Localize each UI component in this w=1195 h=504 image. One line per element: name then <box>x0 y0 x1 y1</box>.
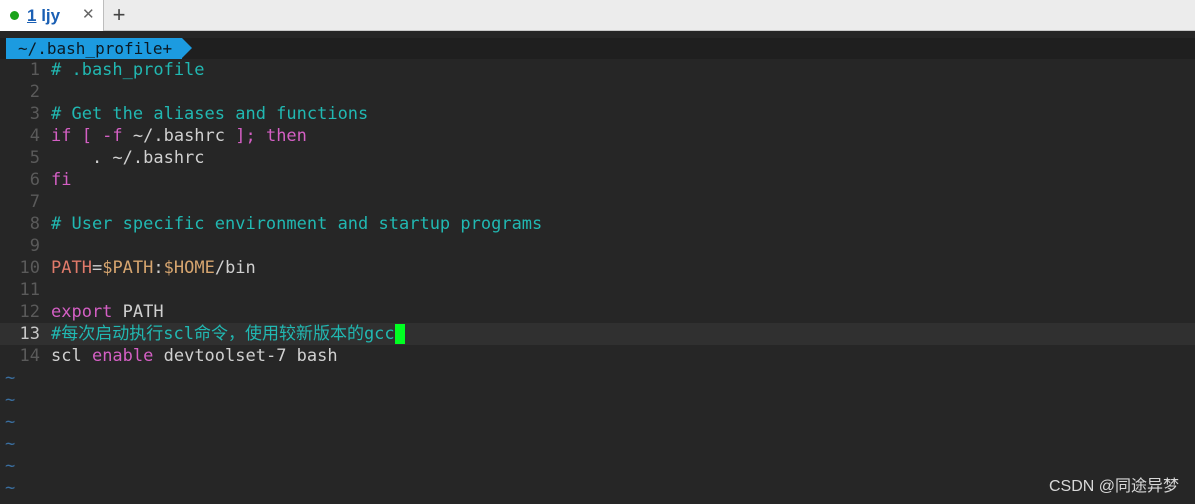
buffer-line[interactable]: 3 # Get the aliases and functions <box>0 103 1195 125</box>
line-text: # User specific environment and startup … <box>51 213 542 235</box>
code-token: = <box>91 258 103 278</box>
vim-editor[interactable]: ~/.bash_profile+ 1 # .bash_profile 2 3 # Get… <box>0 31 1195 504</box>
line-text: fi <box>51 169 71 191</box>
line-text: if [ -f ~/.bashrc ]; then <box>51 125 307 147</box>
buffer-line[interactable]: 13 #每次启动执行scl命令，使用较新版本的gcc <box>0 323 1195 345</box>
code-token: ~/.bashrc <box>132 126 226 146</box>
line-text: export PATH <box>51 301 164 323</box>
line-number: 10 <box>19 258 40 278</box>
line-number: 7 <box>29 192 40 212</box>
buffer-line[interactable]: 9 <box>0 235 1195 257</box>
buffer-line[interactable]: 10 PATH=$PATH:$HOME/bin <box>0 257 1195 279</box>
code-token: scl <box>51 346 92 366</box>
code-token: # User specific environment and startup … <box>51 214 543 234</box>
tab-bar: 1 ljy ✕ + <box>0 0 1195 31</box>
connected-status-icon <box>10 11 19 20</box>
line-number: 9 <box>29 236 40 256</box>
close-tab-icon[interactable]: ✕ <box>82 5 95 23</box>
code-token: . ~/.bashrc <box>51 148 205 168</box>
empty-line-marker: ~ <box>5 456 16 476</box>
buffer-line[interactable]: 11 <box>0 279 1195 301</box>
empty-line-marker: ~ <box>5 412 16 432</box>
session-tab[interactable]: 1 ljy ✕ <box>0 0 104 31</box>
line-text: #每次启动执行scl命令，使用较新版本的gcc <box>51 323 405 345</box>
line-number: 14 <box>19 346 40 366</box>
code-token: ]; then <box>225 126 307 146</box>
code-token: # Get the aliases and functions <box>51 104 369 124</box>
line-number: 3 <box>29 104 40 124</box>
code-token: if [ -f <box>51 126 133 146</box>
code-token: /bin <box>214 258 256 278</box>
empty-line-marker: ~ <box>5 478 16 498</box>
line-number: 4 <box>29 126 40 146</box>
text-buffer[interactable]: 1 # .bash_profile 2 3 # Get the aliases and … <box>0 59 1195 499</box>
line-number: 8 <box>29 214 40 234</box>
watermark: CSDN @同途异梦 <box>1048 478 1179 495</box>
text-cursor <box>394 324 405 344</box>
code-token: PATH <box>112 302 164 322</box>
line-number: 1 <box>29 60 40 80</box>
code-token: # .bash_profile <box>51 60 205 80</box>
buffer-line[interactable]: 4 if [ -f ~/.bashrc ]; then <box>0 125 1195 147</box>
buffer-line[interactable]: 12 export PATH <box>0 301 1195 323</box>
code-token: devtoolset-7 bash <box>153 346 338 366</box>
code-token: #每次启动执行scl命令，使用较新版本的gcc <box>51 324 395 344</box>
line-number: 13 <box>19 324 40 344</box>
code-token: PATH <box>51 258 92 278</box>
line-text: # .bash_profile <box>51 59 205 81</box>
buffer-line[interactable]: 2 <box>0 81 1195 103</box>
new-tab-button[interactable]: + <box>107 1 131 29</box>
buffer-line[interactable]: 8 # User specific environment and startup… <box>0 213 1195 235</box>
code-token: $HOME <box>163 258 215 278</box>
line-number: 2 <box>29 82 40 102</box>
empty-line-marker: ~ <box>5 390 16 410</box>
buffer-line[interactable]: 6 fi <box>0 169 1195 191</box>
tab-title: 1 ljy <box>27 6 61 25</box>
buffer-line[interactable]: 1 # .bash_profile <box>0 59 1195 81</box>
code-token: fi <box>51 170 72 190</box>
buffer-line[interactable]: 7 <box>0 191 1195 213</box>
powerline-arrow-icon <box>182 38 192 58</box>
line-number: 12 <box>19 302 40 322</box>
line-text: # Get the aliases and functions <box>51 103 368 125</box>
line-number: 6 <box>29 170 40 190</box>
buffer-tabline: ~/.bash_profile+ <box>0 38 1195 59</box>
buffer-line[interactable]: 14 scl enable devtoolset-7 bash <box>0 345 1195 367</box>
line-number: 5 <box>29 148 40 168</box>
code-token: : <box>153 258 164 278</box>
line-number: 11 <box>19 280 40 300</box>
code-token: enable <box>91 346 154 366</box>
buffer-filename: ~/.bash_profile+ <box>6 38 183 59</box>
empty-line-marker: ~ <box>5 434 16 454</box>
buffer-line[interactable]: 5 . ~/.bashrc <box>0 147 1195 169</box>
empty-line-marker: ~ <box>5 368 16 388</box>
code-token: export <box>51 302 113 322</box>
line-text: PATH=$PATH:$HOME/bin <box>51 257 256 279</box>
line-text: scl enable devtoolset-7 bash <box>51 345 338 367</box>
line-text: . ~/.bashrc <box>51 147 205 169</box>
code-token: $PATH <box>102 258 154 278</box>
